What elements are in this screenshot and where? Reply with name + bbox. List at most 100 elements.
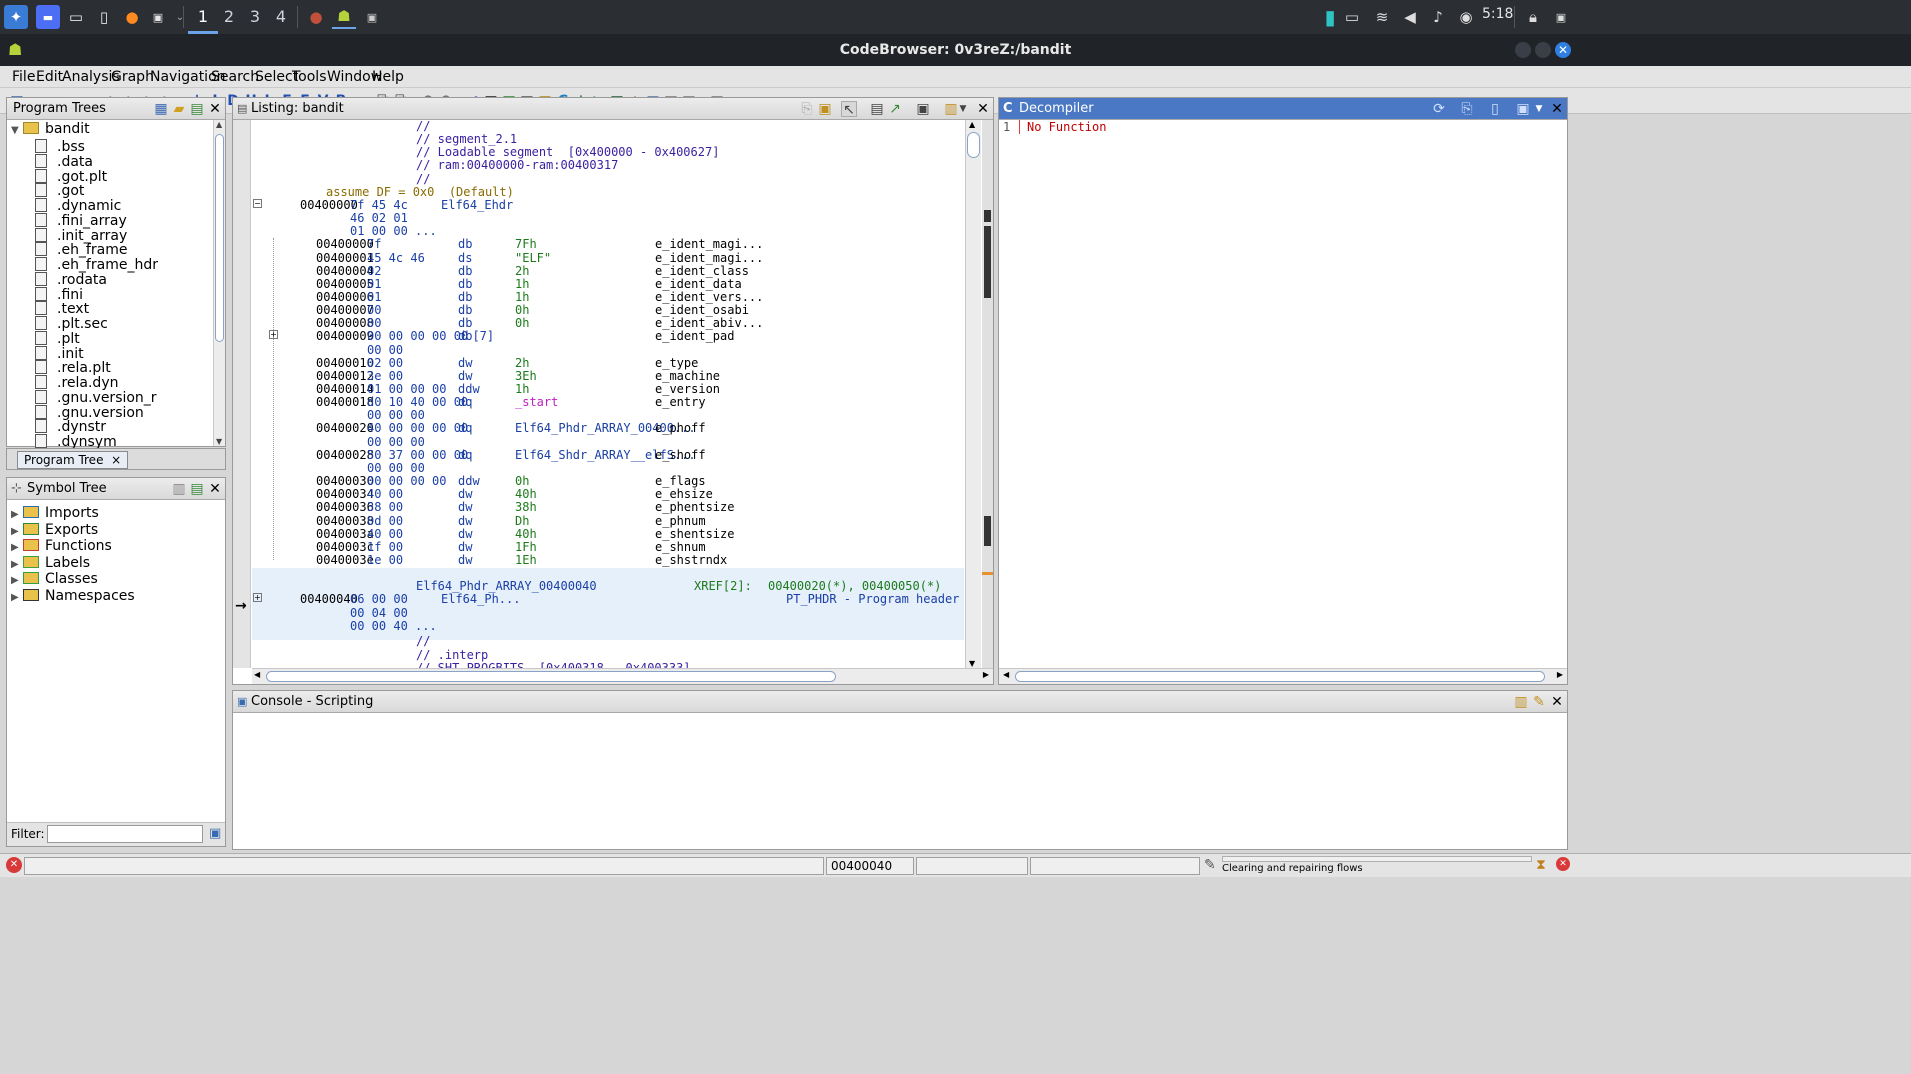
filter-options-icon[interactable]: ▣ [209,826,221,841]
close-icon[interactable]: ✕ [207,481,223,497]
symbol-view-icon[interactable]: ▤ [189,481,205,497]
decompiler-view[interactable]: 1 No Function [999,120,1567,668]
data-type: Elf64_Ehdr [441,197,514,212]
close-icon[interactable]: ✕ [1549,101,1565,117]
copy-icon[interactable]: ⎘ [799,101,815,117]
expand-icon[interactable]: ▶ [11,589,23,607]
bytes: 40 00 [367,487,404,502]
task-monitor-icon[interactable]: ✎ [1204,857,1216,873]
minimize-button[interactable] [1515,42,1531,58]
symbol-tree-labels[interactable]: ▶ Labels [11,554,90,572]
decompiler-menu-icon[interactable]: ▼ [1531,101,1547,117]
text-editor-icon[interactable]: ▯ [92,5,116,29]
refresh-icon[interactable]: ⟳ [1431,101,1447,117]
close-window-button[interactable]: ✕ [1555,42,1571,58]
snapshot-icon[interactable]: ▣ [1515,101,1531,117]
clear-console-icon[interactable]: ✎ [1531,694,1547,710]
scroll-thumb[interactable] [215,134,224,342]
close-icon[interactable]: ✕ [1549,694,1565,710]
operand: "ELF" [515,250,552,265]
field-name: e_shnum [655,539,706,554]
app-menu-icon[interactable]: ✦ [4,5,28,29]
menu-search[interactable]: Search [211,69,259,85]
workspace-4[interactable]: 4 [266,0,296,34]
console-header: ▣ Console - Scripting ▥ ✎ ✕ [233,691,1567,713]
window-title: CodeBrowser: 0v3reZ:/bandit [839,42,1072,58]
expand-icon[interactable]: + [253,593,262,602]
collapse-icon[interactable]: − [253,199,262,208]
copy-icon[interactable]: ⎘ [1459,101,1475,117]
screen-icon[interactable]: ▭ [1340,5,1364,29]
listing-hscrollbar[interactable]: ◀ ▶ [252,668,993,684]
symbol-tree-exports[interactable]: ▶ Exports [11,521,98,539]
files-icon[interactable]: ▭ [64,5,88,29]
desktop-icon[interactable]: ▬ [36,5,60,29]
symbol-lock-icon[interactable]: ▥ [171,481,187,497]
menu-graph[interactable]: Graph [111,69,154,85]
layout-dropdown-icon[interactable]: ▼ [955,101,971,117]
filter-input[interactable] [47,825,203,843]
fragment-icon [35,212,47,227]
paste-icon[interactable]: ▣ [817,101,833,117]
decompiler-hscroll-thumb[interactable] [1015,671,1545,682]
close-icon[interactable]: ✕ [975,101,991,117]
cancel-task-icon[interactable]: ✕ [1556,857,1570,871]
tree-view-icon[interactable]: ▤ [189,101,205,117]
symbol-tree-namespaces[interactable]: ▶ Namespaces [11,587,135,605]
operand: 2h [515,355,530,370]
listing-view[interactable]: //// segment_2.1// Loadable segment [0x4… [252,120,964,668]
bell-icon[interactable]: ♪ [1426,5,1450,29]
diff-nav-icon[interactable]: ↗ [887,101,903,117]
expand-icon[interactable]: + [269,330,278,339]
expand-icon[interactable]: ▼ [11,122,23,140]
scroll-lock-icon[interactable]: ▥ [1513,694,1529,710]
current-location-arrow-icon: → [235,598,247,614]
open-folder-icon[interactable]: ▰ [171,101,187,117]
bytes: 50 37 00 00 00 [367,447,469,462]
comment-line: // .interp [416,647,489,662]
symbol-tree-classes[interactable]: ▶ Classes [11,570,98,588]
tree-root-bandit[interactable]: ▼ bandit [11,120,90,138]
ghidra-window-icon[interactable]: ☗ [332,5,356,29]
field-name: e_shentsize [655,526,735,541]
volume-icon[interactable]: ◀ [1398,5,1422,29]
listing-scroll-thumb[interactable] [967,132,980,158]
field-name: e_shstrndx [655,552,728,567]
tab-close-icon[interactable]: × [111,453,121,467]
menu-edit[interactable]: Edit [36,69,63,85]
snapshot-icon[interactable]: ▣ [915,101,931,117]
clock[interactable]: 5:18 [1482,6,1513,22]
close-icon[interactable]: ✕ [207,101,223,117]
cursor-mode-icon[interactable]: ↖ [841,101,857,118]
wifi-icon[interactable]: ≋ [1370,5,1394,29]
menu-help[interactable]: Help [372,69,404,85]
menu-tools[interactable]: Tools [292,69,327,85]
decompiler-hscrollbar[interactable]: ◀ ▶ [999,668,1567,684]
terminal-window-icon[interactable]: ▣ [360,5,384,29]
listing-hscroll-thumb[interactable] [266,671,836,682]
symbol-tree-imports[interactable]: ▶ Imports [11,504,99,522]
overview-bar[interactable] [982,120,993,668]
symbol-tree-functions[interactable]: ▶ Functions [11,537,112,555]
field-edit-icon[interactable]: ▤ [869,101,885,117]
export-icon[interactable]: ▯ [1487,101,1503,117]
console-output[interactable] [233,713,1567,849]
menu-file[interactable]: File [12,69,35,85]
mnemonic: dw [458,355,473,370]
program-trees-scrollbar[interactable]: ▲ ▼ [213,120,225,446]
error-icon[interactable]: ✕ [6,857,22,873]
lock-icon[interactable]: 🔒︎ [1521,5,1545,29]
audio-bars-icon[interactable]: ▮ [1318,5,1342,29]
ghidra-logo-icon: ☗ [8,40,23,59]
user-icon[interactable]: ▣ [1549,5,1573,29]
update-icon[interactable]: ◉ [1454,5,1478,29]
tab-program-tree[interactable]: Program Tree × [17,451,129,469]
listing-scrollbar[interactable]: ▲ ▼ [965,120,981,668]
new-tree-icon[interactable]: ▦ [153,101,169,117]
firefox-window-icon[interactable]: ● [304,5,328,29]
firefox-icon[interactable]: ● [120,5,144,29]
terminal-icon[interactable]: ▣ [146,5,170,29]
symbol-tree-panel: ⊹ Symbol Tree ▥ ▤ ✕ ▶ Imports ▶ Exports ▶ Fun… [6,477,226,847]
maximize-button[interactable] [1535,42,1551,58]
comment-line: // Loadable segment [0x400000 - 0x400627… [416,145,720,160]
